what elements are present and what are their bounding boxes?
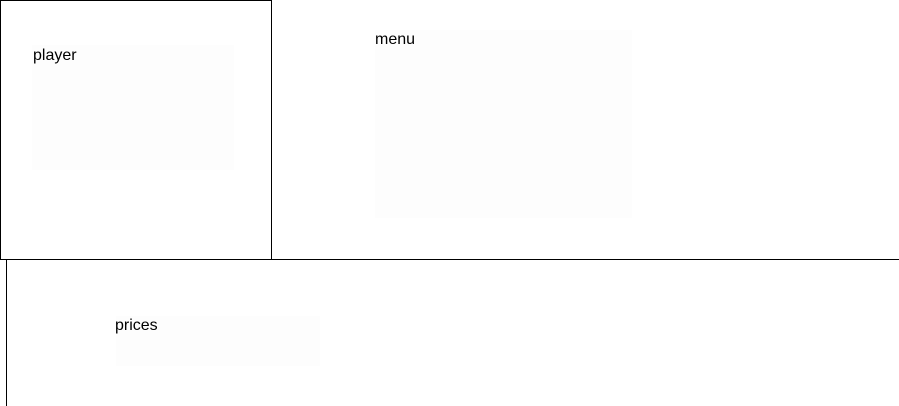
menu-area[interactable] (375, 30, 632, 218)
horizontal-divider (271, 259, 899, 260)
menu-label: menu (375, 31, 416, 48)
prices-label: prices (115, 317, 158, 334)
vertical-divider (6, 260, 7, 406)
player-label: player (33, 47, 77, 64)
